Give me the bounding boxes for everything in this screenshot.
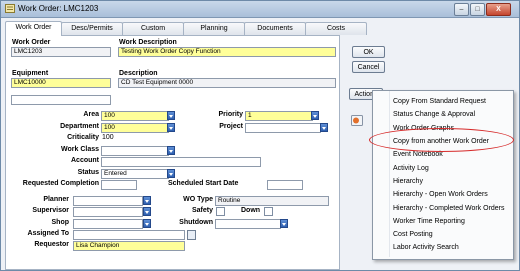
cancel-button[interactable]: Cancel (352, 61, 385, 73)
work-class-label: Work Class (61, 146, 99, 153)
menu-item-worker-time-reporting[interactable]: Worker Time Reporting (393, 218, 465, 225)
shutdown-label: Shutdown (179, 219, 213, 226)
supervisor-dropdown-icon[interactable] (143, 207, 151, 216)
menu-item-hierarchy[interactable]: Hierarchy (393, 178, 423, 185)
down-label: Down (241, 207, 261, 214)
scheduled-start-label: Scheduled Start Date (168, 180, 239, 187)
priority-field[interactable]: 1 (245, 111, 313, 121)
area-field[interactable]: 100 (101, 111, 169, 121)
priority-dropdown-icon[interactable] (311, 111, 319, 120)
safety-checkbox[interactable] (216, 207, 225, 216)
document-icon[interactable] (351, 115, 363, 126)
account-field[interactable] (101, 157, 261, 167)
area-dropdown-icon[interactable] (167, 111, 175, 120)
requested-completion-field[interactable] (101, 180, 137, 190)
scheduled-start-field[interactable] (267, 180, 303, 190)
project-dropdown-icon[interactable] (320, 123, 328, 132)
criticality-label: Criticality (67, 134, 99, 141)
supervisor-label: Supervisor (32, 207, 69, 214)
status-label: Status (77, 169, 99, 176)
close-button[interactable]: X (486, 3, 511, 16)
shop-label: Shop (51, 219, 70, 226)
assigned-to-field[interactable] (73, 230, 185, 240)
blank-field[interactable] (11, 95, 111, 105)
shutdown-field[interactable] (215, 219, 281, 229)
highlight-oval (369, 128, 514, 152)
wo-type-field[interactable]: Routine (215, 196, 329, 206)
actions-menu: Copy From Standard Request Status Change… (372, 90, 514, 260)
menu-item-hierarchy-completed-work-orders[interactable]: Hierarchy - Completed Work Orders (393, 205, 505, 212)
area-label: Area (83, 111, 99, 118)
menu-item-cost-posting[interactable]: Cost Posting (393, 231, 433, 238)
minimize-button[interactable]: – (454, 3, 469, 16)
tab-planning[interactable]: Planning (183, 22, 245, 35)
maximize-button[interactable]: □ (470, 3, 485, 16)
status-field[interactable]: Entered (101, 169, 169, 179)
account-label: Account (71, 157, 99, 164)
work-order-field[interactable]: LMC1203 (11, 47, 111, 57)
menu-item-activity-log[interactable]: Activity Log (393, 165, 429, 172)
description-field[interactable]: CD Test Equipment 0000 (118, 78, 336, 88)
planner-label: Planner (43, 196, 69, 203)
calendar-icon[interactable] (187, 230, 196, 240)
project-label: Project (219, 123, 243, 130)
planner-dropdown-icon[interactable] (143, 196, 151, 205)
tab-work-order[interactable]: Work Order (5, 21, 62, 36)
department-field[interactable]: 100 (101, 123, 169, 133)
wo-type-label: WO Type (183, 196, 213, 203)
work-class-field[interactable] (101, 146, 169, 156)
department-dropdown-icon[interactable] (167, 123, 175, 132)
requestor-field[interactable]: Lisa Champion (73, 241, 185, 251)
requestor-label: Requestor (34, 241, 69, 248)
menu-item-status-change-approval[interactable]: Status Change & Approval (393, 111, 475, 118)
work-order-label: Work Order (12, 39, 51, 46)
tab-costs[interactable]: Costs (305, 22, 367, 35)
safety-label: Safety (191, 207, 213, 214)
shutdown-dropdown-icon[interactable] (280, 219, 288, 228)
shop-dropdown-icon[interactable] (143, 219, 151, 228)
menu-gutter (389, 91, 390, 257)
work-description-label: Work Description (119, 39, 177, 46)
shop-field[interactable] (73, 219, 143, 229)
tab-strip: Work Order Desc/Permits Custom Planning … (5, 21, 373, 36)
status-dropdown-icon[interactable] (167, 169, 175, 178)
requested-completion-label: Requested Completion (22, 180, 99, 187)
menu-item-hierarchy-open-work-orders[interactable]: Hierarchy - Open Work Orders (393, 191, 488, 198)
work-order-app-icon (5, 4, 15, 13)
menu-item-event-notebook[interactable]: Event Notebook (393, 151, 443, 158)
equipment-field[interactable]: LMC10000 (11, 78, 111, 88)
priority-label: Priority (218, 111, 243, 118)
menu-item-labor-activity-search[interactable]: Labor Activity Search (393, 244, 459, 251)
tab-custom[interactable]: Custom (122, 22, 184, 35)
title-bar: Work Order: LMC1203 – □ X (1, 1, 519, 18)
department-label: Department (60, 123, 99, 130)
project-field[interactable] (245, 123, 321, 133)
tab-documents[interactable]: Documents (244, 22, 306, 35)
menu-item-copy-from-standard-request[interactable]: Copy From Standard Request (393, 98, 486, 105)
work-description-field[interactable]: Testing Work Order Copy Function (118, 47, 336, 57)
ok-button[interactable]: OK (352, 46, 385, 58)
equipment-label: Equipment (12, 70, 49, 77)
planner-field[interactable] (73, 196, 143, 206)
assigned-to-label: Assigned To (27, 230, 69, 237)
supervisor-field[interactable] (73, 207, 143, 217)
window-title: Work Order: LMC1203 (18, 4, 99, 13)
description-label: Description (119, 70, 158, 77)
down-checkbox[interactable] (264, 207, 273, 216)
work-class-dropdown-icon[interactable] (167, 146, 175, 155)
criticality-value: 100 (102, 134, 114, 141)
tab-desc-permits[interactable]: Desc/Permits (61, 22, 123, 35)
